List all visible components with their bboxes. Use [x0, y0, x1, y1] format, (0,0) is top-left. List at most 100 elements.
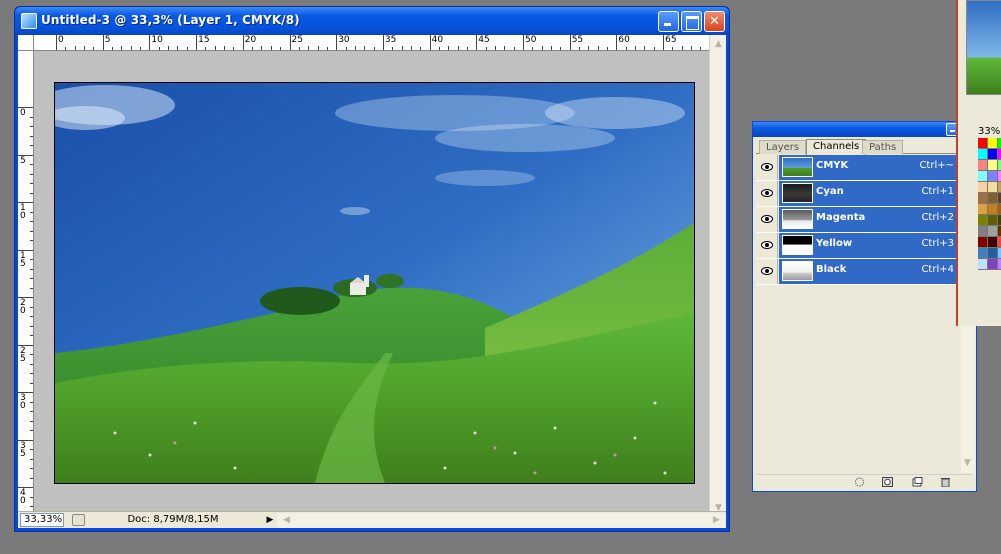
color-swatch[interactable] [978, 138, 988, 149]
color-swatch[interactable] [988, 160, 998, 171]
status-info-icon[interactable] [72, 514, 85, 526]
tab-layers[interactable]: Layers [759, 140, 807, 154]
eye-icon [761, 241, 773, 249]
palette-tabs: Layers Channels Paths ▶ [756, 139, 973, 155]
visibility-toggle[interactable] [756, 181, 778, 206]
document-size-info: Doc: 8,79M/8,15M [127, 514, 219, 525]
save-selection-icon[interactable] [882, 477, 893, 487]
document-title-bar[interactable]: Untitled-3 @ 33,3% (Layer 1, CMYK/8) ✕ [15, 7, 729, 35]
ruler-label: 55 [571, 35, 584, 45]
scroll-up-arrow[interactable]: ▲ [711, 37, 726, 52]
maximize-button[interactable] [681, 11, 702, 32]
visibility-toggle[interactable] [756, 155, 778, 180]
trash-icon[interactable] [940, 477, 951, 487]
palette-title-bar[interactable]: ✕ [753, 122, 976, 137]
channel-name: CMYK [816, 160, 849, 171]
color-swatch[interactable] [978, 215, 988, 226]
vertical-scrollbar[interactable]: ▲ ▼ [709, 35, 726, 518]
ruler-minor-tick [84, 46, 86, 50]
maximize-icon [682, 12, 701, 31]
color-swatch[interactable] [978, 193, 988, 204]
image-canvas[interactable] [54, 82, 695, 484]
channel-selection[interactable]: Black Ctrl+4 [779, 259, 960, 284]
pasteboard[interactable] [34, 51, 710, 518]
ruler-label: 15 [198, 35, 210, 45]
color-swatch[interactable] [978, 204, 988, 215]
channel-thumbnail [782, 183, 813, 203]
channel-row-cmyk[interactable]: CMYK Ctrl+~ [756, 155, 960, 181]
channel-row-cyan[interactable]: Cyan Ctrl+1 [756, 181, 960, 207]
document-client-area: 0 5 10 15 20 25 30 35 40 45 50 55 60 65 0 5 10 15 20 25 30 3… [18, 35, 726, 528]
close-icon: ✕ [709, 14, 720, 29]
color-swatch[interactable] [978, 226, 988, 237]
visibility-toggle[interactable] [756, 233, 778, 258]
channel-selection[interactable]: CMYK Ctrl+~ [779, 155, 960, 180]
ruler-minor-tick [410, 46, 412, 50]
ruler-tick [569, 35, 571, 50]
color-swatch[interactable] [978, 259, 988, 270]
color-swatch[interactable] [988, 149, 998, 160]
eye-icon [761, 215, 773, 223]
channel-selection[interactable]: Yellow Ctrl+3 [779, 233, 960, 258]
channel-thumbnail [782, 209, 813, 229]
horizontal-ruler[interactable]: 0 5 10 15 20 25 30 35 40 45 50 55 60 65 [34, 35, 710, 51]
color-swatch[interactable] [988, 204, 998, 215]
ruler-label: 15 [20, 250, 26, 269]
ruler-label: 50 [525, 35, 537, 45]
scroll-right-arrow[interactable]: ▶ [709, 513, 724, 528]
background-window[interactable]: 33% [956, 0, 1001, 326]
ruler-minor-tick [354, 46, 356, 50]
ruler-minor-tick [74, 46, 76, 50]
scroll-down-arrow[interactable]: ▼ [961, 456, 974, 471]
zoom-level-field[interactable]: 33,33% [20, 513, 64, 527]
ruler-tick [149, 35, 151, 50]
color-swatch[interactable] [978, 182, 988, 193]
tab-channels[interactable]: Channels [806, 139, 867, 155]
tab-paths[interactable]: Paths [862, 140, 904, 154]
color-swatch[interactable] [978, 248, 988, 259]
new-channel-icon[interactable] [912, 477, 923, 487]
ruler-label: 30 [20, 393, 26, 411]
channel-row-black[interactable]: Black Ctrl+4 [756, 259, 960, 285]
ruler-minor-tick [504, 46, 506, 50]
color-swatch[interactable] [988, 237, 998, 248]
color-swatch[interactable] [988, 215, 998, 226]
visibility-toggle[interactable] [756, 207, 778, 232]
color-swatch[interactable] [988, 248, 998, 259]
color-swatch[interactable] [988, 259, 998, 270]
ruler-minor-tick [541, 46, 543, 50]
load-selection-icon[interactable] [854, 477, 865, 487]
horizontal-scrollbar[interactable]: ◀ ▶ [277, 513, 726, 528]
visibility-toggle[interactable] [756, 259, 778, 284]
color-swatch[interactable] [978, 149, 988, 160]
color-swatch[interactable] [988, 193, 998, 204]
color-swatch[interactable] [978, 160, 988, 171]
eye-icon [761, 267, 773, 275]
ruler-label: 30 [338, 35, 350, 45]
close-button[interactable]: ✕ [704, 11, 725, 32]
vertical-ruler[interactable]: 0 5 10 15 20 25 30 35 40 [18, 51, 34, 518]
scroll-left-arrow[interactable]: ◀ [279, 513, 294, 528]
ruler-tick [429, 35, 431, 50]
color-swatch[interactable] [978, 237, 988, 248]
landscape-image [55, 83, 694, 483]
channel-row-yellow[interactable]: Yellow Ctrl+3 [756, 233, 960, 259]
channel-row-magenta[interactable]: Magenta Ctrl+2 [756, 207, 960, 233]
photoshop-document-icon[interactable] [21, 13, 37, 29]
channel-selection[interactable]: Cyan Ctrl+1 [779, 181, 960, 206]
ruler-minor-tick [317, 46, 319, 50]
ruler-tick [289, 35, 291, 50]
ruler-minor-tick [635, 46, 637, 50]
channel-shortcut: Ctrl+4 [921, 264, 954, 275]
color-swatches[interactable] [978, 138, 1001, 270]
status-menu-arrow[interactable]: ▶ [265, 513, 275, 527]
color-swatch[interactable] [988, 138, 998, 149]
color-swatch[interactable] [988, 182, 998, 193]
color-swatch[interactable] [988, 226, 998, 237]
color-swatch[interactable] [988, 171, 998, 182]
channel-selection[interactable]: Magenta Ctrl+2 [779, 207, 960, 232]
minimize-button[interactable] [658, 11, 679, 32]
color-swatch[interactable] [978, 171, 988, 182]
ruler-origin[interactable] [18, 35, 34, 51]
ruler-tick [56, 35, 57, 50]
